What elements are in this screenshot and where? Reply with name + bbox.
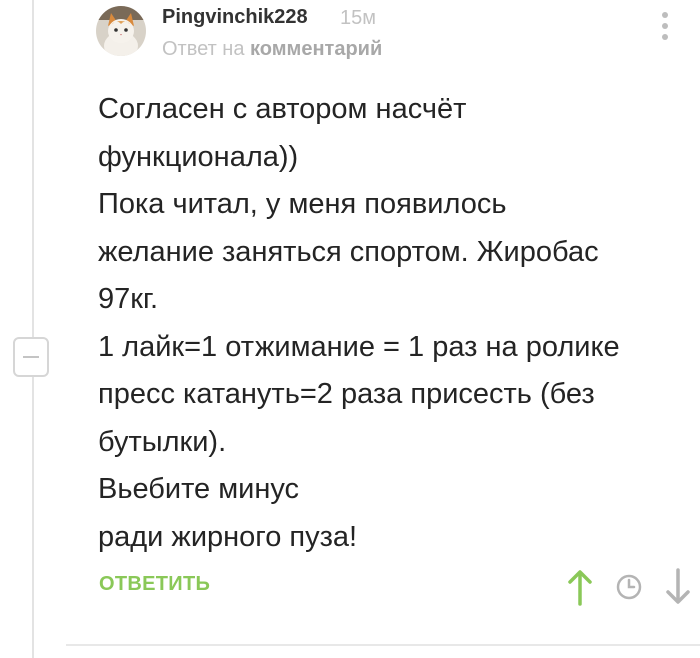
username[interactable]: Pingvinchik228 — [162, 6, 308, 29]
comment-line: функционала)) — [98, 140, 299, 173]
comment-divider — [66, 644, 700, 646]
arrow-up-icon[interactable] — [565, 568, 595, 611]
collapse-thread-button[interactable] — [13, 337, 49, 377]
reply-to-link[interactable]: комментарий — [250, 38, 382, 60]
comment-line: Пока читал, у меня появилось — [98, 188, 507, 220]
comment-line: Согласен с автором насчёт — [98, 93, 467, 125]
reply-to-prefix: Ответ на — [162, 38, 245, 60]
comment-time: 15м — [340, 7, 376, 29]
comment-line: бутылки). — [98, 425, 227, 458]
comment-line: ради жирного пуза! — [98, 520, 358, 553]
cat-avatar-icon — [96, 6, 146, 56]
comment-line: Вьебите минус — [98, 473, 300, 505]
comment-line: пресс катануть=2 раза присесть (без — [98, 378, 595, 410]
clock-icon[interactable] — [614, 572, 644, 607]
arrow-down-icon[interactable] — [663, 568, 693, 611]
comment-text: Согласен с автором насчёт функционала)) … — [98, 86, 693, 561]
comment-line: 97кг. — [98, 283, 159, 315]
comment-line: 1 лайк=1 отжимание = 1 раз на ролике — [98, 330, 620, 363]
more-vertical-icon[interactable] — [661, 12, 669, 40]
comment-line: желание заняться спортом. Жиробас — [98, 235, 599, 268]
avatar[interactable] — [96, 6, 146, 56]
collapse-minus-icon — [23, 356, 39, 358]
reply-button[interactable]: ОТВЕТИТЬ — [99, 573, 210, 596]
reply-to: Ответ на комментарий — [162, 38, 382, 61]
thread-line — [32, 0, 34, 658]
